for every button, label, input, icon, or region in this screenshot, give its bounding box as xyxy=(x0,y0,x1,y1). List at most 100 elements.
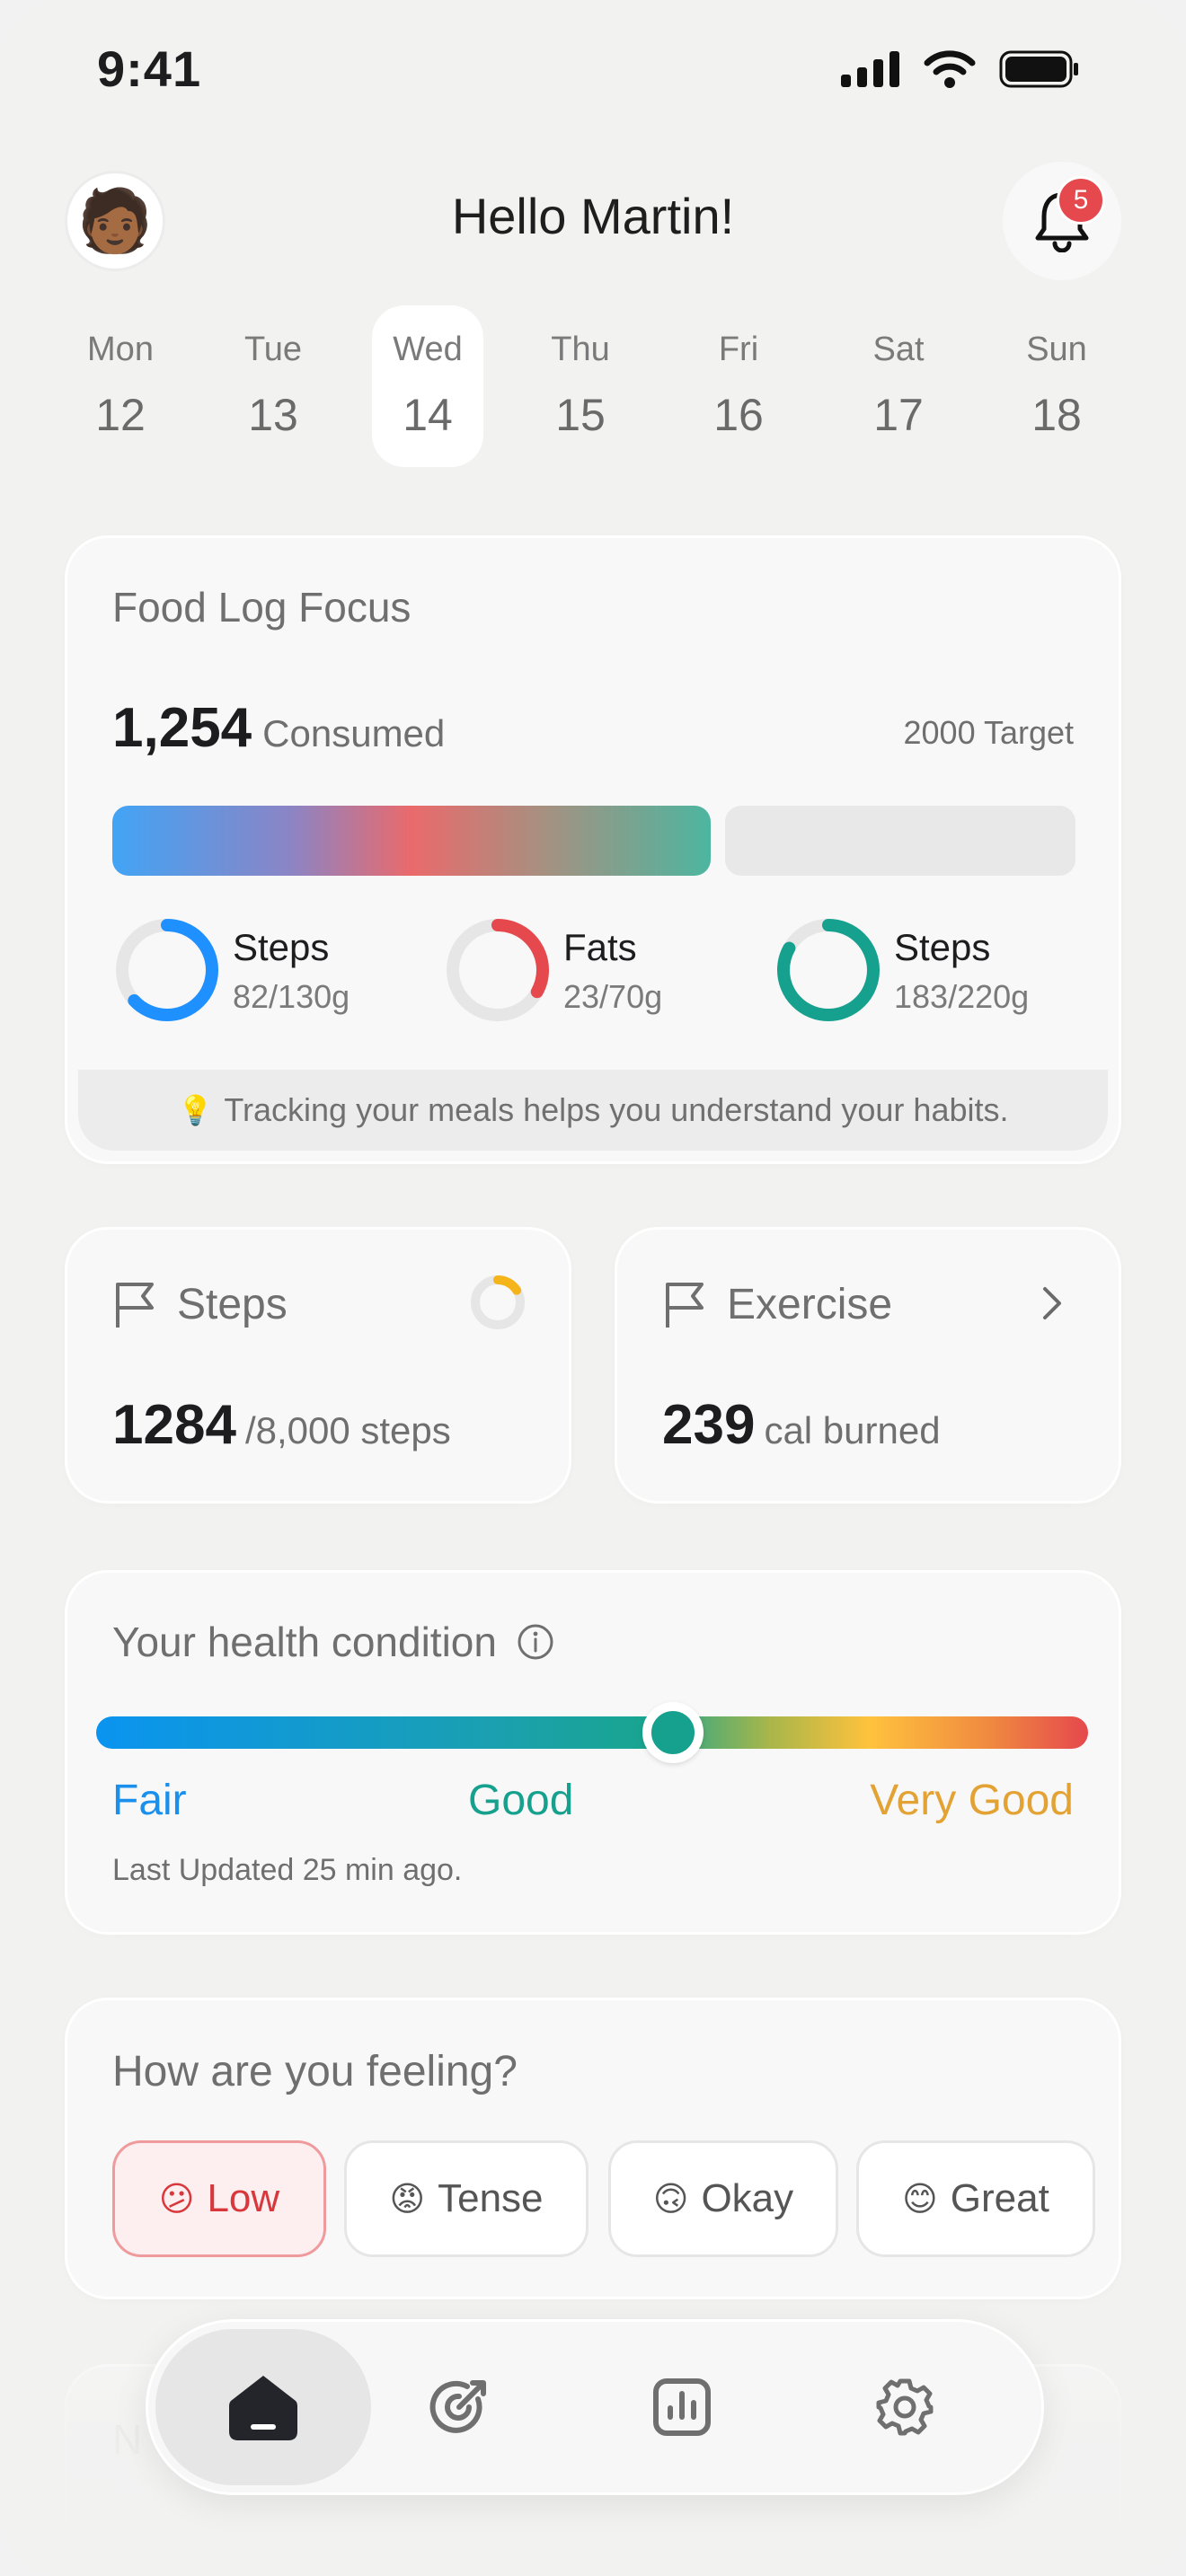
macro-value: 82/130g xyxy=(233,978,350,1015)
day-name: Fri xyxy=(718,331,759,368)
info-icon[interactable] xyxy=(517,1623,554,1661)
calorie-progress-fill xyxy=(112,806,711,876)
exercise-unit: cal burned xyxy=(764,1409,941,1451)
flag-icon xyxy=(666,1282,704,1328)
day-name: Tue xyxy=(243,331,303,368)
consumed-value: 1,254 xyxy=(112,697,252,759)
health-level-good: Good xyxy=(468,1777,574,1824)
day-date: 14 xyxy=(403,390,453,440)
food-log-card[interactable]: Food Log Focus 1,254 Consumed 2000 Targe… xyxy=(65,535,1121,1164)
notification-badge: 5 xyxy=(1057,176,1105,225)
consumed-summary: 1,254 Consumed xyxy=(112,696,445,760)
status-bar: 9:41 xyxy=(0,0,1186,144)
macro-item: Steps 82/130g xyxy=(112,915,382,1032)
flag-icon xyxy=(116,1282,154,1328)
steps-unit: /8,000 steps xyxy=(244,1409,451,1451)
day-date: 18 xyxy=(1031,390,1082,440)
health-condition-card[interactable]: Your health condition Fair Good Very Goo… xyxy=(65,1570,1121,1935)
mood-label: Low xyxy=(207,2176,280,2220)
day-name: Sun xyxy=(1026,331,1087,368)
home-icon xyxy=(229,2376,297,2440)
upside-down-face-icon: 🙃 xyxy=(652,2180,689,2219)
calorie-progress-remaining xyxy=(725,806,1075,876)
health-scale-track xyxy=(96,1716,1088,1749)
day-date: 16 xyxy=(713,390,764,440)
day-date: 17 xyxy=(873,390,924,440)
mood-okay-button[interactable]: 🙃 Okay xyxy=(608,2140,838,2257)
macro-name: Steps xyxy=(233,926,330,968)
food-tip-text: Tracking your meals helps you understand… xyxy=(224,1091,1009,1128)
mood-low-button[interactable]: 😕 Low xyxy=(112,2140,326,2257)
mood-label: Tense xyxy=(438,2176,544,2220)
health-last-updated: Last Updated 25 min ago. xyxy=(112,1853,463,1887)
calorie-target: 2000 Target xyxy=(903,714,1075,751)
chart-icon xyxy=(653,2378,711,2436)
macro-ring xyxy=(447,919,549,1021)
status-icons xyxy=(841,50,1080,88)
health-scale-indicator[interactable] xyxy=(642,1702,704,1763)
macro-item: Steps 183/220g xyxy=(774,915,1079,1032)
battery-icon xyxy=(999,50,1078,88)
confused-face-icon: 😕 xyxy=(158,2180,195,2219)
lightbulb-icon: 💡 xyxy=(177,1094,214,1126)
day-name: Wed xyxy=(393,331,463,368)
exercise-card[interactable]: Exercise 239 cal burned xyxy=(615,1227,1121,1504)
day-fri[interactable]: Fri 16 xyxy=(683,305,794,467)
day-name: Sat xyxy=(872,331,925,368)
feeling-question: How are you feeling? xyxy=(112,2048,518,2095)
signal-icon xyxy=(841,51,899,87)
exercise-value: 239 xyxy=(662,1394,756,1456)
bottom-nav xyxy=(146,2319,1044,2495)
notifications-button[interactable]: 5 xyxy=(1003,162,1121,280)
wifi-icon xyxy=(924,50,976,88)
health-header: Your health condition xyxy=(112,1618,554,1666)
day-sat[interactable]: Sat 17 xyxy=(843,305,954,467)
steps-metric: 1284 /8,000 steps xyxy=(112,1393,451,1457)
macro-value: 183/220g xyxy=(894,978,1030,1015)
phone-screen: 9:41 🧑🏾 Hello Martin! 5 Mon 12 Tue 13 We… xyxy=(0,0,1186,2576)
macro-name: Steps xyxy=(894,926,991,968)
day-date: 12 xyxy=(95,390,146,440)
day-date: 15 xyxy=(555,390,606,440)
angry-face-icon: 😡 xyxy=(389,2180,426,2219)
nav-stats[interactable] xyxy=(628,2322,736,2492)
chevron-right-icon[interactable] xyxy=(1041,1285,1063,1321)
macro-ring xyxy=(777,919,880,1021)
feeling-card: How are you feeling? 😕 Low 😡 Tense 🙃 Oka… xyxy=(65,1998,1121,2299)
day-tue[interactable]: Tue 13 xyxy=(217,305,329,467)
macro-item: Fats 23/70g xyxy=(443,915,712,1032)
nav-home[interactable] xyxy=(209,2322,317,2492)
steps-card[interactable]: Steps 1284 /8,000 steps xyxy=(65,1227,571,1504)
food-log-title: Food Log Focus xyxy=(112,584,412,631)
smiling-face-icon: 😊 xyxy=(902,2180,938,2219)
steps-value: 1284 xyxy=(112,1394,236,1456)
health-level-very-good: Very Good xyxy=(870,1777,1074,1824)
macro-value: 23/70g xyxy=(563,978,663,1015)
mood-great-button[interactable]: 😊 Great xyxy=(856,2140,1095,2257)
macro-ring xyxy=(116,919,218,1021)
steps-progress-ring xyxy=(471,1275,525,1329)
mood-label: Okay xyxy=(701,2176,794,2220)
status-time: 9:41 xyxy=(97,40,202,97)
week-selector: Mon 12 Tue 13 Wed 14 Thu 15 Fri 16 Sat 17 Sun 1… xyxy=(65,305,1121,467)
nav-settings[interactable] xyxy=(851,2322,959,2492)
settings-icon xyxy=(876,2378,934,2436)
day-name: Mon xyxy=(87,331,154,368)
nav-goals[interactable] xyxy=(405,2322,513,2492)
day-name: Thu xyxy=(551,331,610,368)
day-mon[interactable]: Mon 12 xyxy=(65,305,176,467)
exercise-header: Exercise xyxy=(662,1280,892,1329)
steps-header: Steps xyxy=(112,1280,288,1329)
food-tip: 💡 Tracking your meals helps you understa… xyxy=(78,1070,1108,1151)
day-date: 13 xyxy=(248,390,298,440)
consumed-label: Consumed xyxy=(262,712,446,754)
mood-label: Great xyxy=(950,2176,1049,2220)
day-thu[interactable]: Thu 15 xyxy=(525,305,636,467)
day-wed[interactable]: Wed 14 xyxy=(372,305,483,467)
macro-name: Fats xyxy=(563,926,637,968)
exercise-metric: 239 cal burned xyxy=(662,1393,941,1457)
day-sun[interactable]: Sun 18 xyxy=(1001,305,1112,467)
goal-icon xyxy=(429,2380,486,2433)
health-title: Your health condition xyxy=(112,1619,497,1665)
mood-tense-button[interactable]: 😡 Tense xyxy=(344,2140,589,2257)
